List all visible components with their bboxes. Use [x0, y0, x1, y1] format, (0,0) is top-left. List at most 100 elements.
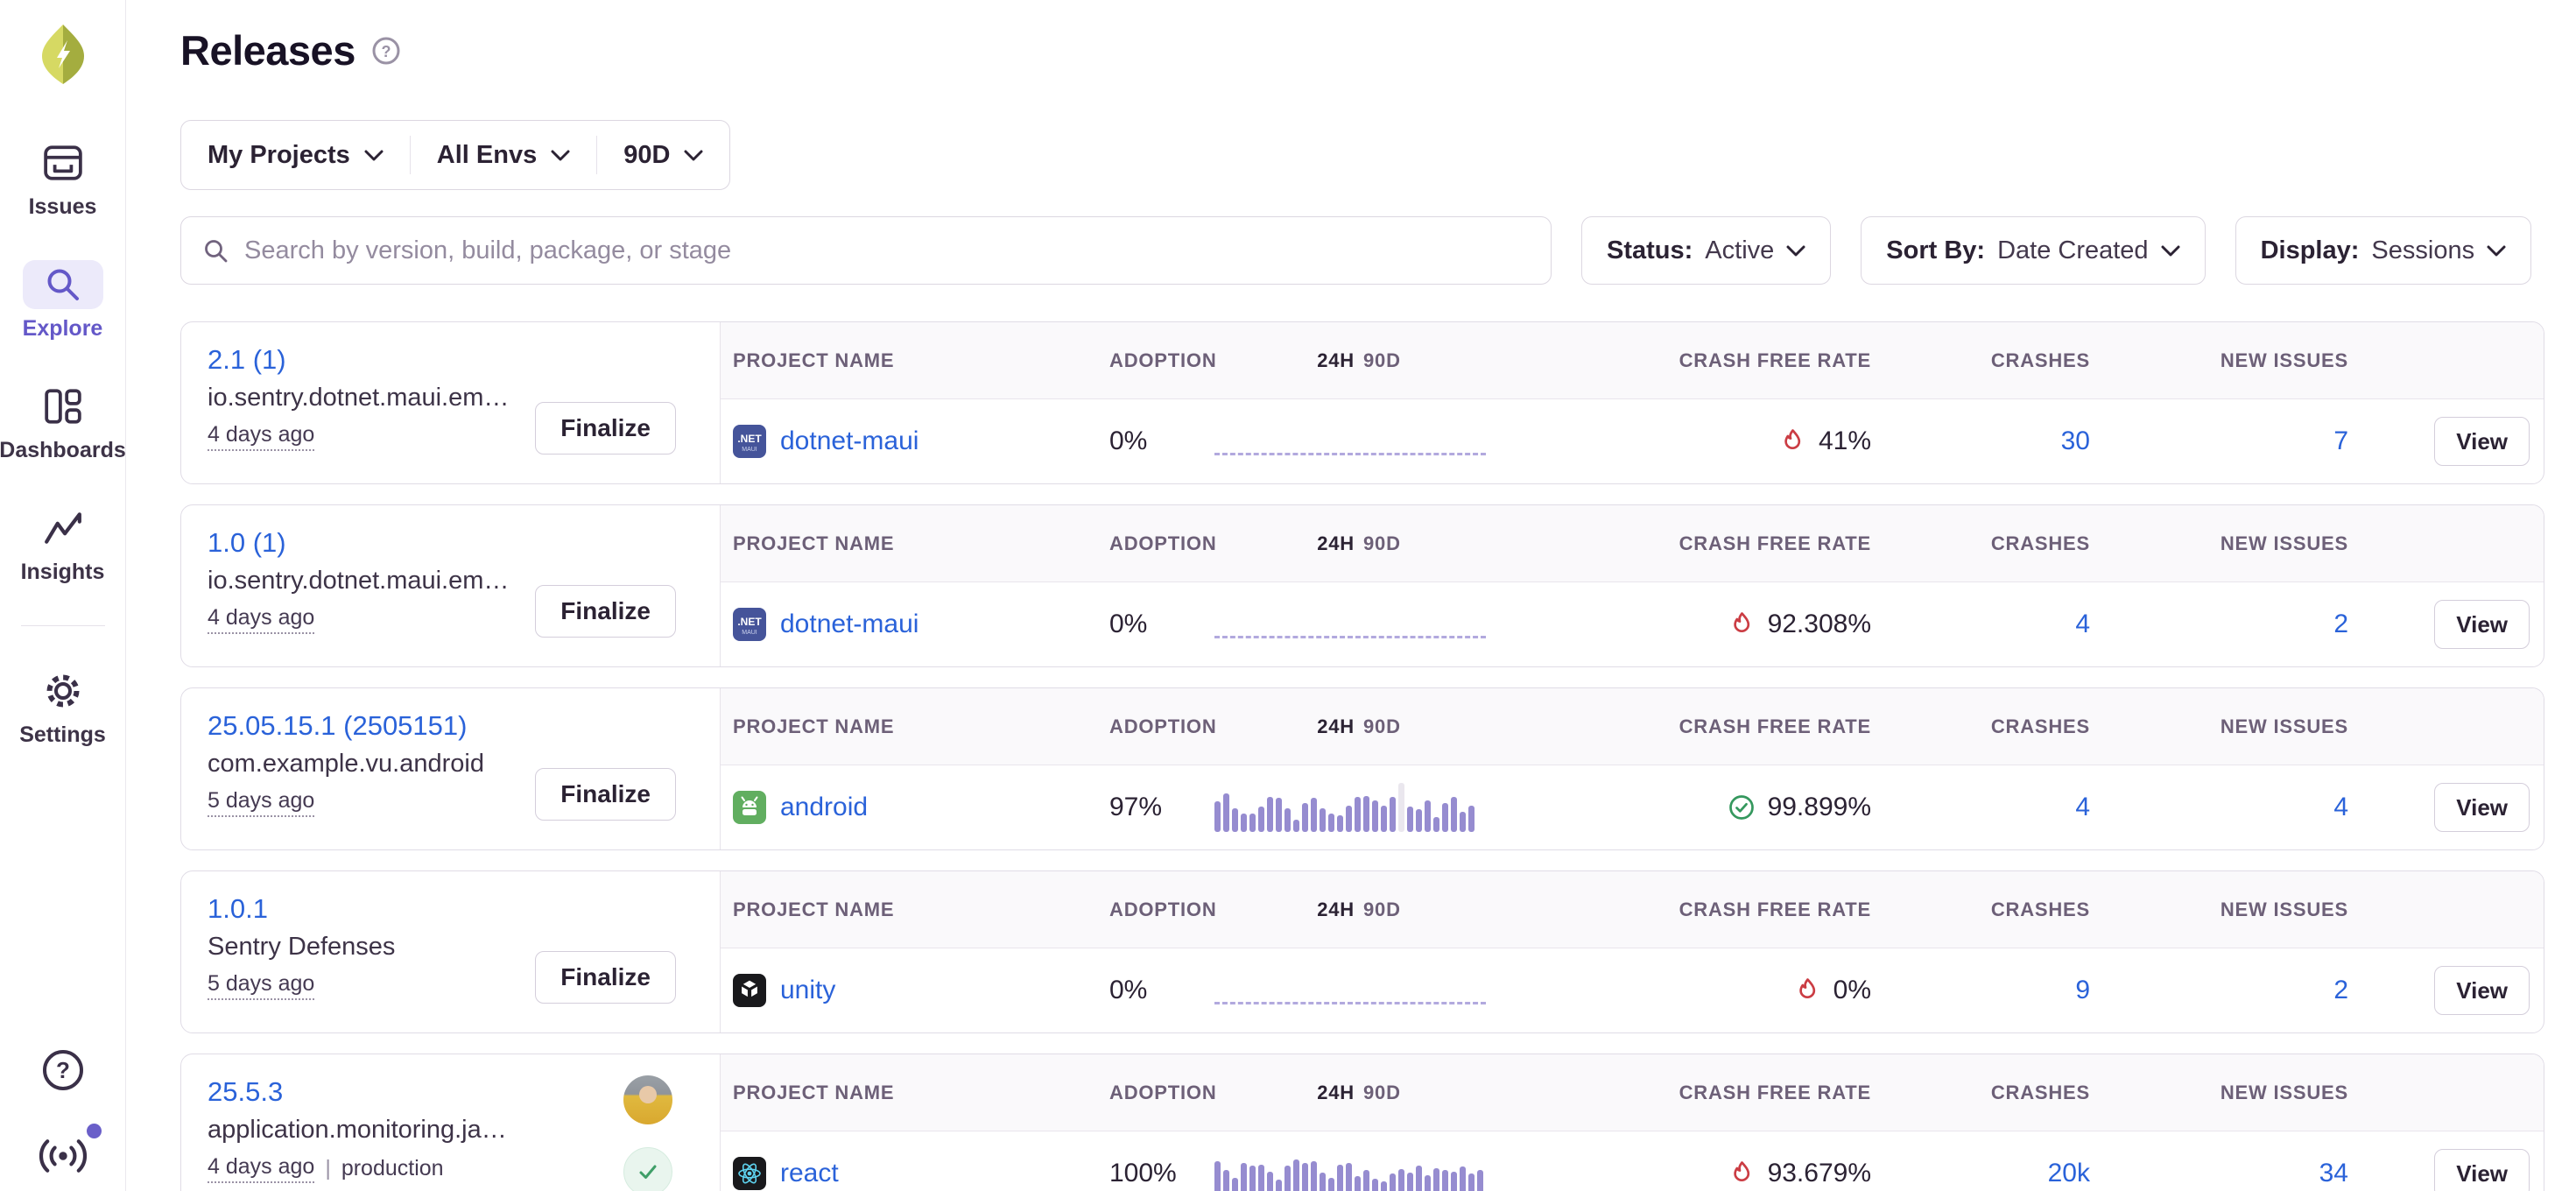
toolbar: Status:Active Sort By:Date Created Displ… — [180, 216, 2544, 285]
crashes-link[interactable]: 4 — [2075, 610, 2090, 639]
col-time-window[interactable]: 24H90D — [1317, 899, 1401, 921]
col-crash-free-rate: CRASH FREE RATE — [1679, 532, 1871, 555]
finalize-button[interactable]: Finalize — [535, 402, 676, 455]
sidebar-item-explore[interactable]: Explore — [23, 260, 103, 342]
new-issues-link[interactable]: 4 — [2333, 793, 2348, 822]
table-header: PROJECT NAME ADOPTION 24H90D CRASH FREE … — [721, 871, 2544, 948]
sidebar-divider — [21, 625, 105, 626]
project-link[interactable]: dotnet-maui — [780, 610, 918, 639]
view-button[interactable]: View — [2434, 600, 2530, 649]
svg-text:?: ? — [56, 1057, 70, 1083]
release-version-link[interactable]: 1.0.1 — [208, 893, 268, 925]
project-filter-dropdown[interactable]: My Projects — [181, 141, 410, 170]
release-table: PROJECT NAME ADOPTION 24H90D CRASH FREE … — [721, 322, 2544, 483]
release-version-link[interactable]: 25.5.3 — [208, 1076, 283, 1108]
status-dropdown[interactable]: Status:Active — [1581, 216, 1831, 285]
sidebar-item-label: Dashboards — [0, 438, 126, 463]
new-issues-link[interactable]: 7 — [2333, 426, 2348, 456]
adoption-value: 97% — [1109, 793, 1214, 822]
adoption-sparkline[interactable] — [1214, 783, 1503, 832]
meta-separator: | — [325, 1156, 331, 1181]
project-cell: unity — [733, 974, 1109, 1007]
new-issues-link[interactable]: 2 — [2333, 976, 2348, 1005]
view-button[interactable]: View — [2434, 417, 2530, 466]
crashes-link[interactable]: 9 — [2075, 976, 2090, 1005]
sidebar-item-insights[interactable]: Insights — [21, 504, 105, 585]
view-button[interactable]: View — [2434, 1149, 2530, 1191]
crash-free-value: 92.308% — [1768, 610, 1871, 639]
release-created: 5 days ago — [208, 788, 314, 817]
crash-free-value: 0% — [1833, 976, 1871, 1005]
search-input[interactable] — [244, 236, 1530, 265]
adoption-value: 0% — [1109, 426, 1214, 456]
crash-free-value: 99.899% — [1768, 793, 1871, 822]
crash-free-value: 93.679% — [1768, 1159, 1871, 1188]
help-icon[interactable]: ? — [40, 1047, 86, 1097]
project-link[interactable]: react — [780, 1159, 839, 1188]
project-link[interactable]: unity — [780, 976, 835, 1005]
table-header: PROJECT NAME ADOPTION 24H90D CRASH FREE … — [721, 322, 2544, 399]
release-version-link[interactable]: 2.1 (1) — [208, 344, 286, 376]
col-time-window[interactable]: 24H90D — [1317, 1082, 1401, 1104]
sort-by-dropdown[interactable]: Sort By:Date Created — [1861, 216, 2205, 285]
question-circle-icon[interactable]: ? — [371, 36, 401, 66]
environment-filter-dropdown[interactable]: All Envs — [411, 141, 596, 170]
crashes-link[interactable]: 20k — [2048, 1159, 2090, 1188]
col-time-window[interactable]: 24H90D — [1317, 349, 1401, 372]
project-link[interactable]: dotnet-maui — [780, 426, 918, 456]
release-summary: 2.1 (1) io.sentry.dotnet.maui.em… 4 days… — [181, 322, 721, 483]
adoption-value: 100% — [1109, 1159, 1214, 1188]
col-project-name: PROJECT NAME — [733, 715, 1109, 738]
adoption-value: 0% — [1109, 976, 1214, 1005]
table-header: PROJECT NAME ADOPTION 24H90D CRASH FREE … — [721, 688, 2544, 765]
search-box[interactable] — [180, 216, 1552, 285]
view-button[interactable]: View — [2434, 783, 2530, 832]
new-issues-link[interactable]: 2 — [2333, 610, 2348, 639]
adoption-sparkline[interactable] — [1214, 966, 1503, 1015]
col-time-window[interactable]: 24H90D — [1317, 532, 1401, 555]
release-version-link[interactable]: 1.0 (1) — [208, 527, 286, 559]
col-crashes: CRASHES — [1991, 349, 2090, 372]
release-table: PROJECT NAME ADOPTION 24H90D CRASH FREE … — [721, 688, 2544, 849]
col-new-issues: NEW ISSUES — [2221, 899, 2348, 921]
release-card: 2.1 (1) io.sentry.dotnet.maui.em… 4 days… — [180, 321, 2544, 484]
sidebar-item-issues[interactable]: Issues — [23, 138, 103, 220]
adoption-sparkline[interactable] — [1214, 1149, 1503, 1191]
table-row: android 97% 99.899% 4 4 View — [721, 765, 2544, 849]
view-button[interactable]: View — [2434, 966, 2530, 1015]
release-summary: 1.0.1 Sentry Defenses 5 days ago Finaliz… — [181, 871, 721, 1032]
chevron-down-icon — [684, 150, 703, 161]
crashes-link[interactable]: 4 — [2075, 793, 2090, 822]
broadcast-icon[interactable] — [39, 1136, 88, 1180]
col-time-window[interactable]: 24H90D — [1317, 715, 1401, 738]
release-card: 1.0 (1) io.sentry.dotnet.maui.em… 4 days… — [180, 504, 2544, 667]
fire-icon — [1779, 427, 1806, 456]
adoption-sparkline[interactable] — [1214, 600, 1503, 649]
release-card: 1.0.1 Sentry Defenses 5 days ago Finaliz… — [180, 870, 2544, 1033]
table-row: react 100% 93.679% 20k 34 View — [721, 1131, 2544, 1191]
sidebar-item-settings[interactable]: Settings — [19, 666, 106, 748]
release-version-link[interactable]: 25.05.15.1 (2505151) — [208, 710, 467, 742]
release-table: PROJECT NAME ADOPTION 24H90D CRASH FREE … — [721, 505, 2544, 666]
col-crashes: CRASHES — [1991, 715, 2090, 738]
date-range-dropdown[interactable]: 90D — [597, 141, 729, 170]
new-issues-link[interactable]: 34 — [2319, 1159, 2348, 1188]
project-cell: .NETMAUI dotnet-maui — [733, 608, 1109, 641]
adoption-sparkline[interactable] — [1214, 417, 1503, 466]
display-dropdown[interactable]: Display:Sessions — [2235, 216, 2532, 285]
chevron-down-icon — [2161, 245, 2180, 257]
crashes-link[interactable]: 30 — [2061, 426, 2090, 456]
android-platform-icon — [733, 791, 766, 824]
sidebar-item-dashboards[interactable]: Dashboards — [0, 382, 126, 463]
dotnet-platform-icon: .NETMAUI — [733, 608, 766, 641]
chevron-down-icon — [2487, 245, 2506, 257]
release-meta: 4 days ago | production — [208, 1154, 693, 1183]
sentry-logo[interactable] — [35, 23, 91, 86]
finalize-button[interactable]: Finalize — [535, 768, 676, 821]
sidebar-nav: Issues Explore — [0, 138, 126, 748]
col-crash-free-rate: CRASH FREE RATE — [1679, 1082, 1871, 1104]
page-filter-bar: My Projects All Envs 90D — [180, 120, 730, 190]
finalize-button[interactable]: Finalize — [535, 951, 676, 1004]
finalize-button[interactable]: Finalize — [535, 585, 676, 638]
project-link[interactable]: android — [780, 793, 868, 822]
